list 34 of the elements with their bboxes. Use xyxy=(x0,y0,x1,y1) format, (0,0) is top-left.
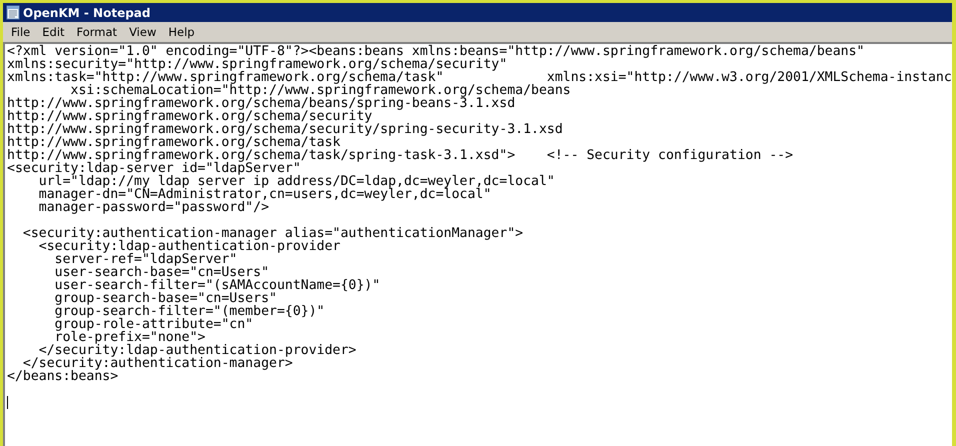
code-line: <security:ldap-authentication-provider xyxy=(38,240,340,253)
text-editor[interactable] xyxy=(3,42,952,446)
code-line: user-search-filter="(sAMAccountName={0})" xyxy=(54,279,380,292)
code-line: </security:authentication-manager> xyxy=(22,357,293,370)
notepad-icon xyxy=(6,5,20,20)
code-line: http://www.springframework.org/schema/security xyxy=(7,110,372,123)
code-line: xmlns:security="http://www.springframework.org/schema/security" xyxy=(7,58,508,71)
code-line: server-ref="ldapServer" xyxy=(54,253,238,266)
menu-item[interactable]: Edit xyxy=(36,24,71,40)
code-line: user-search-base="cn=Users" xyxy=(54,266,270,279)
code-line: http://www.springframework.org/schema/task/spring-task-3.1.xsd"> <!-- Security configuration --> xyxy=(7,149,794,162)
menu-item[interactable]: Format xyxy=(70,24,124,40)
menu-item[interactable]: Help xyxy=(162,24,201,40)
code-line: http://www.springframework.org/schema/task xyxy=(7,136,340,149)
window-title: OpenKM - Notepad xyxy=(23,6,150,20)
code-line: role-prefix="none"> xyxy=(54,331,206,344)
code-line: xsi:schemaLocation="http://www.springframework.org/schema/beans xyxy=(70,84,571,97)
code-line: </beans:beans> xyxy=(7,370,118,383)
code-line: manager-dn="CN=Administrator,cn=users,dc=weyler,dc=local" xyxy=(38,188,492,201)
code-line: manager-password="password"/> xyxy=(38,201,270,214)
text-cursor xyxy=(7,396,8,409)
menu-item[interactable]: File xyxy=(5,24,36,40)
code-line: <security:authentication-manager alias="authenticationManager"> xyxy=(22,227,524,240)
code-line: http://www.springframework.org/schema/beans/spring-beans-3.1.xsd xyxy=(7,97,516,110)
code-line: url="ldap://my ldap server ip address/DC=ldap,dc=weyler,dc=local" xyxy=(38,175,555,188)
code-line: </security:ldap-authentication-provider> xyxy=(38,344,356,357)
menu-item[interactable]: View xyxy=(123,24,162,40)
code-line: group-role-attribute="cn" xyxy=(54,318,254,331)
code-line: <security:ldap-server id="ldapServer" xyxy=(7,162,301,175)
code-line: xmlns:task="http://www.springframework.org/schema/task" xmlns:xsi="http://www.w3.org/2001/XMLSchema-instanc xyxy=(7,71,952,84)
code-line: group-search-filter="(member={0})" xyxy=(54,305,325,318)
code-line: <?xml version="1.0" encoding="UTF-8"?><beans:beans xmlns:beans="http://www.springframework.org/schema/beans" xyxy=(7,45,864,58)
code-line: http://www.springframework.org/schema/security/spring-security-3.1.xsd xyxy=(7,123,563,136)
code-line: group-search-base="cn=Users" xyxy=(54,292,277,305)
